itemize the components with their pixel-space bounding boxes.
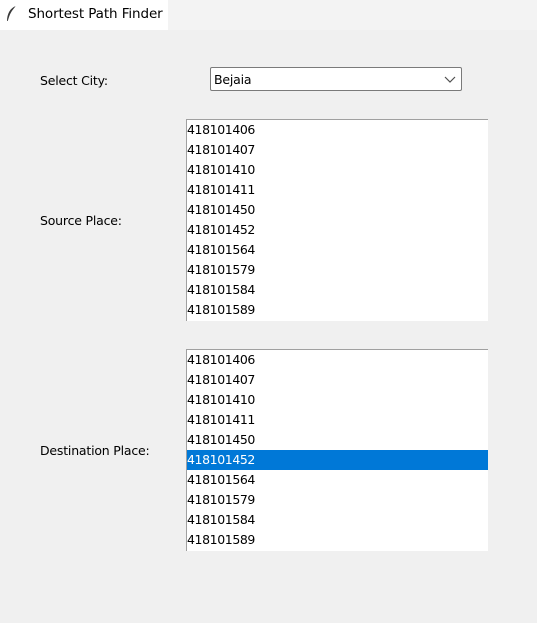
list-item[interactable]: 418101450 — [187, 430, 488, 450]
list-item[interactable]: 418101450 — [187, 200, 488, 220]
list-item[interactable]: 418101584 — [187, 280, 488, 300]
city-select-value: Bejaia — [214, 72, 252, 87]
list-item[interactable]: 418101452 — [187, 450, 488, 470]
list-item[interactable]: 418101589 — [187, 300, 488, 320]
chevron-down-icon[interactable] — [444, 74, 456, 84]
list-item[interactable]: 418101410 — [187, 160, 488, 180]
list-item[interactable]: 418101407 — [187, 370, 488, 390]
app-window: Shortest Path Finder Select City: Bejaia… — [0, 0, 537, 623]
list-item[interactable]: 418101452 — [187, 220, 488, 240]
title-bar: Shortest Path Finder — [0, 0, 537, 30]
list-item[interactable]: 418101579 — [187, 260, 488, 280]
source-label: Source Place: — [40, 213, 122, 228]
list-item[interactable]: 418101564 — [187, 470, 488, 490]
source-place-listbox[interactable]: 418101406 418101407 418101410 418101411 4181… — [186, 119, 488, 321]
list-item[interactable]: 418101410 — [187, 390, 488, 410]
list-item[interactable]: 418101406 — [187, 350, 488, 370]
feather-icon — [7, 5, 17, 22]
city-select[interactable]: Bejaia — [210, 67, 462, 91]
list-item[interactable]: 418101406 — [187, 120, 488, 140]
list-item[interactable]: 418101564 — [187, 240, 488, 260]
list-item[interactable]: 418101407 — [187, 140, 488, 160]
window-title: Shortest Path Finder — [28, 6, 163, 22]
list-item[interactable]: 418101584 — [187, 510, 488, 530]
destination-label: Destination Place: — [40, 443, 150, 458]
list-item[interactable]: 418101411 — [187, 180, 488, 200]
city-label: Select City: — [40, 73, 108, 88]
list-item[interactable]: 418101411 — [187, 410, 488, 430]
list-item[interactable]: 418101589 — [187, 530, 488, 550]
destination-place-listbox[interactable]: 418101406 418101407 418101410 418101411 4181… — [186, 349, 488, 551]
title-bar-empty-area — [168, 0, 537, 30]
list-item[interactable]: 418101579 — [187, 490, 488, 510]
